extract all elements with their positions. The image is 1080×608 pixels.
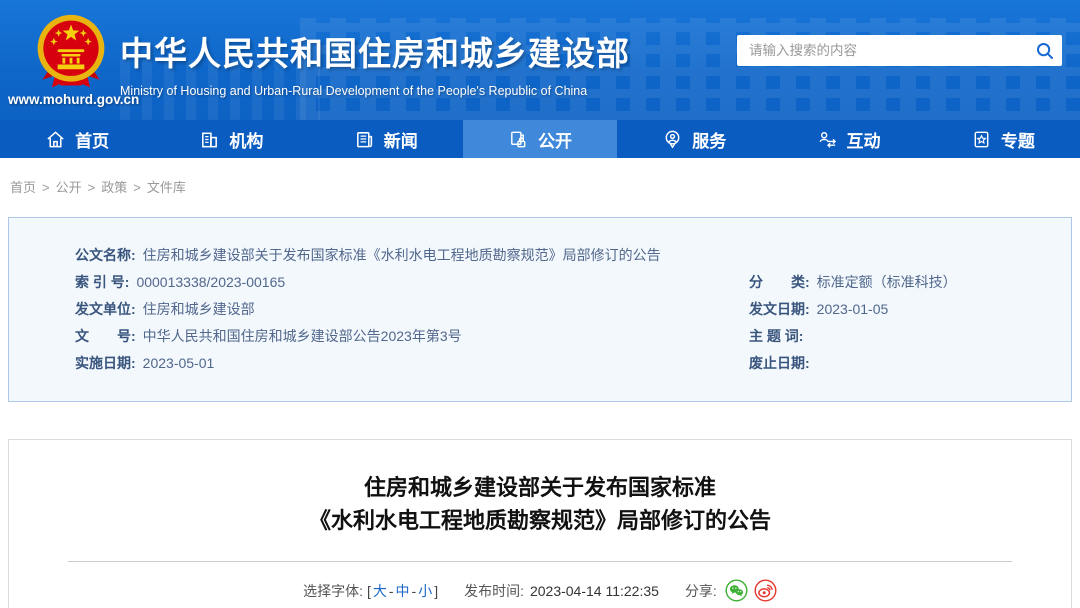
main-nav: 首页 机构 新闻 公开 服务 互动 专题 <box>0 120 1080 158</box>
breadcrumb-separator: > <box>87 180 96 195</box>
search-input[interactable] <box>737 43 1028 58</box>
doc-name-value: 住房和城乡建设部关于发布国家标准《水利水电工程地质勘察规范》局部修订的公告 <box>142 247 661 263</box>
subject-words-label: 主 题 词: <box>749 328 804 344</box>
breadcrumb-home[interactable]: 首页 <box>10 180 36 195</box>
issuing-unit-label: 发文单位: <box>75 301 136 317</box>
font-selector-label: 选择字体: <box>303 582 364 599</box>
meta-row-name: 公文名称: 住房和城乡建设部关于发布国家标准《水利水电工程地质勘察规范》局部修订的… <box>75 242 1071 269</box>
doc-number-label: 文 号: <box>75 328 136 344</box>
meta-row: 发文单位: 住房和城乡建设部 发文日期: 2023-01-05 <box>75 296 1071 323</box>
breadcrumb-disclosure[interactable]: 公开 <box>56 180 82 195</box>
font-size-selector: 选择字体: [大 - 中 - 小] <box>303 581 438 601</box>
issuing-unit-value: 住房和城乡建设部 <box>142 301 255 317</box>
national-emblem <box>32 13 110 95</box>
newspaper-icon <box>354 129 375 150</box>
breadcrumb-library[interactable]: 文件库 <box>147 180 186 195</box>
index-number-value: 000013338/2023-00165 <box>136 274 286 290</box>
tab-label: 首页 <box>75 131 110 151</box>
category-label: 分 类: <box>749 274 810 290</box>
tab-label: 服务 <box>692 131 727 151</box>
tab-organization[interactable]: 机构 <box>154 120 308 158</box>
site-branding: 中华人民共和国住房和城乡建设部 Ministry of Housing and … <box>120 27 630 98</box>
breadcrumb-separator: > <box>42 180 50 195</box>
site-title-chinese: 中华人民共和国住房和城乡建设部 <box>120 35 630 72</box>
font-size-medium[interactable]: 中 <box>396 581 410 601</box>
tab-services[interactable]: 服务 <box>617 120 771 158</box>
bracket-open: [ <box>366 582 371 599</box>
doc-number-value: 中华人民共和国住房和城乡建设部公告2023年第3号 <box>142 328 462 344</box>
effective-date-value: 2023-05-01 <box>142 355 215 371</box>
article-panel: 住房和城乡建设部关于发布国家标准 《水利水电工程地质勘察规范》局部修订的公告 选… <box>8 439 1072 608</box>
breadcrumb-policy[interactable]: 政策 <box>101 180 127 195</box>
issue-date-value: 2023-01-05 <box>816 301 889 317</box>
divider <box>68 561 1012 562</box>
dash: - <box>388 582 394 599</box>
share-label: 分享: <box>684 582 717 599</box>
font-size-small[interactable]: 小 <box>418 581 432 601</box>
publish-time-value: 2023-04-14 11:22:35 <box>529 582 659 599</box>
share-group: 分享: <box>685 579 777 602</box>
site-title-english: Ministry of Housing and Urban-Rural Deve… <box>120 84 588 98</box>
publish-time-label: 发布时间: <box>464 582 524 599</box>
article-title-line2: 《水利水电工程地质勘察规范》局部修订的公告 <box>308 508 771 533</box>
star-badge-icon <box>971 129 992 150</box>
tab-label: 公开 <box>537 131 572 151</box>
meta-row: 索 引 号: 000013338/2023-00165 分 类: 标准定额（标准科技… <box>75 269 1071 296</box>
bracket-close: ] <box>434 582 439 599</box>
service-person-icon <box>662 129 683 150</box>
breadcrumb-separator: > <box>133 180 141 195</box>
dash: - <box>411 582 417 599</box>
home-icon <box>45 129 66 150</box>
tab-home[interactable]: 首页 <box>0 120 154 158</box>
tab-topics[interactable]: 专题 <box>926 120 1080 158</box>
document-metadata-panel: 公文名称: 住房和城乡建设部关于发布国家标准《水利水电工程地质勘察规范》局部修订的… <box>8 217 1072 402</box>
search-icon[interactable] <box>1028 35 1062 66</box>
tab-label: 新闻 <box>383 131 418 151</box>
issue-date-label: 发文日期: <box>749 301 810 317</box>
site-header: www.mohurd.gov.cn 中华人民共和国住房和城乡建设部 Minist… <box>0 0 1080 120</box>
meta-row: 文 号: 中华人民共和国住房和城乡建设部公告2023年第3号 主 题 词: <box>75 323 1071 350</box>
document-lock-icon <box>508 129 529 150</box>
article-title: 住房和城乡建设部关于发布国家标准 《水利水电工程地质勘察规范》局部修订的公告 <box>9 471 1071 537</box>
search-box <box>737 35 1062 66</box>
category-value: 标准定额（标准科技） <box>816 274 957 290</box>
tab-label: 机构 <box>229 131 264 151</box>
weibo-share-icon[interactable] <box>754 579 777 602</box>
repeal-date-label: 废止日期: <box>749 355 810 371</box>
tab-label: 专题 <box>1000 131 1035 151</box>
tab-news[interactable]: 新闻 <box>309 120 463 158</box>
tab-disclosure[interactable]: 公开 <box>462 120 618 158</box>
publish-time: 发布时间: 2023-04-14 11:22:35 <box>464 581 659 601</box>
article-meta-bar: 选择字体: [大 - 中 - 小] 发布时间: 2023-04-14 11:22:35 … <box>9 579 1071 602</box>
doc-name-label: 公文名称: <box>75 247 136 263</box>
effective-date-label: 实施日期: <box>75 355 136 371</box>
person-arrows-icon <box>817 129 838 150</box>
building-icon <box>199 129 220 150</box>
font-size-large[interactable]: 大 <box>373 581 387 601</box>
breadcrumb: 首页 > 公开 > 政策 > 文件库 <box>0 158 1080 196</box>
wechat-share-icon[interactable] <box>725 579 748 602</box>
tab-interaction[interactable]: 互动 <box>771 120 925 158</box>
index-number-label: 索 引 号: <box>75 274 130 290</box>
tab-label: 互动 <box>846 131 881 151</box>
meta-row: 实施日期: 2023-05-01 废止日期: <box>75 350 1071 377</box>
article-title-line1: 住房和城乡建设部关于发布国家标准 <box>363 475 716 500</box>
